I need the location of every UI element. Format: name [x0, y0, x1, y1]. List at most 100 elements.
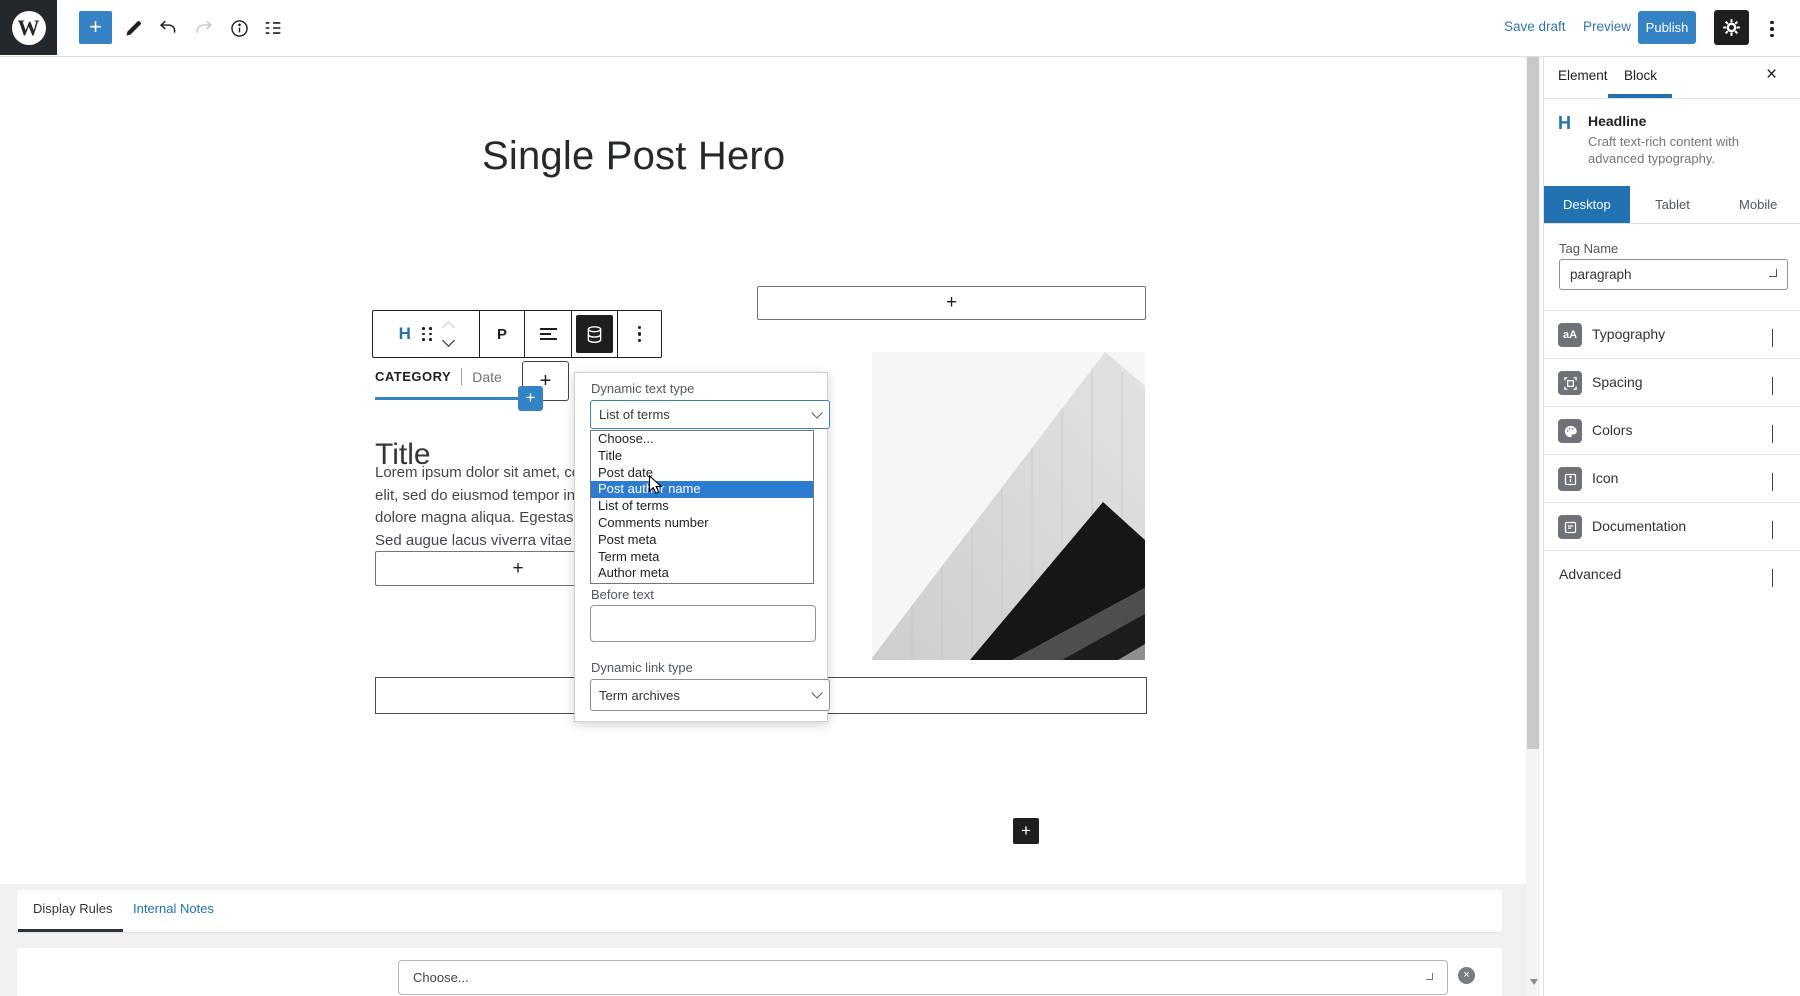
option-post-date[interactable]: Post date [591, 465, 813, 482]
option-term-meta[interactable]: Term meta [591, 549, 813, 566]
block-mover[interactable] [444, 323, 453, 345]
block-appender-right-column[interactable]: + [757, 286, 1146, 320]
wordpress-menu-button[interactable]: W [0, 0, 57, 55]
info-icon [229, 18, 250, 39]
save-draft-button[interactable]: Save draft [1504, 19, 1566, 34]
panel-typography[interactable]: aA Typography [1544, 310, 1800, 359]
chevron-down-icon [1772, 521, 1773, 539]
option-post-meta[interactable]: Post meta [591, 532, 813, 549]
chevron-down-icon [1769, 269, 1777, 277]
undo-icon [157, 17, 179, 39]
undo-button[interactable] [156, 16, 180, 40]
panel-label: Typography [1592, 326, 1665, 342]
block-options-button[interactable] [618, 311, 661, 357]
tab-block[interactable]: Block [1624, 68, 1657, 83]
panel-advanced[interactable]: Advanced [1544, 550, 1800, 599]
chevron-down-icon [1772, 473, 1773, 491]
block-toolbar: H P [372, 310, 662, 358]
panel-documentation[interactable]: Documentation [1544, 502, 1800, 551]
date-label[interactable]: Date [472, 369, 502, 385]
details-button[interactable] [227, 16, 251, 40]
scrollbar-down-arrow-icon[interactable] [1530, 979, 1538, 985]
dynamic-content-button[interactable] [572, 311, 618, 357]
list-view-icon [262, 17, 284, 39]
paragraph-tool-button[interactable]: P [480, 311, 526, 357]
panel-label: Spacing [1592, 374, 1643, 390]
display-rules-choose-select[interactable]: Choose... [398, 960, 1448, 995]
drag-handle-icon[interactable] [422, 327, 433, 341]
tools-pencil-button[interactable] [121, 16, 145, 40]
featured-image[interactable] [872, 352, 1145, 660]
tab-display-rules[interactable]: Display Rules [33, 901, 112, 916]
panel-colors[interactable]: Colors [1544, 406, 1800, 455]
chevron-down-icon [1426, 973, 1433, 980]
active-tab-underline [18, 929, 123, 932]
panel-icon[interactable]: Icon [1544, 454, 1800, 503]
close-sidebar-button[interactable]: × [1766, 64, 1777, 86]
panel-spacing[interactable]: Spacing [1544, 358, 1800, 407]
panel-label: Advanced [1559, 566, 1621, 582]
tab-desktop[interactable]: Desktop [1544, 186, 1630, 223]
inline-inserter-button[interactable]: + [518, 386, 543, 411]
editor-topbar: W + Save draft Preview Publish [0, 0, 1800, 57]
move-down-icon[interactable] [442, 334, 455, 347]
block-card-description: Craft text-rich content with advanced ty… [1588, 134, 1766, 167]
options-menu-button[interactable] [1760, 17, 1784, 41]
bottom-inserter-button[interactable]: + [1013, 818, 1039, 844]
option-choose[interactable]: Choose... [591, 431, 813, 448]
option-title[interactable]: Title [591, 448, 813, 465]
remove-rule-icon[interactable]: × [1458, 967, 1475, 984]
spacing-icon [1558, 371, 1582, 395]
before-text-input[interactable] [590, 605, 816, 642]
block-inserter-button[interactable]: + [79, 11, 112, 44]
dynamic-link-type-select[interactable]: Term archives [590, 679, 830, 711]
dynamic-text-type-select[interactable]: List of terms [590, 400, 830, 429]
metabox-body: Choose... × [17, 948, 1502, 996]
canvas-scrollbar-thumb[interactable] [1527, 57, 1539, 749]
active-tab-underline [1608, 94, 1672, 98]
metabox-tabs: Display Rules Internal Notes [17, 890, 1502, 933]
block-type-and-mover: H [373, 311, 480, 357]
icon-settings-icon [1558, 467, 1582, 491]
move-up-icon[interactable] [442, 321, 455, 334]
choose-placeholder: Choose... [413, 970, 469, 985]
dynamic-content-popover: Dynamic text type List of terms Choose..… [574, 372, 828, 722]
publish-button[interactable]: Publish [1638, 11, 1696, 44]
block-insertion-indicator [375, 397, 521, 400]
chevron-down-icon [1772, 569, 1773, 587]
chevron-down-icon [1772, 377, 1773, 395]
mouse-cursor [648, 475, 664, 501]
option-list-of-terms[interactable]: List of terms [591, 498, 813, 515]
wordpress-block-editor: W + Save draft Preview Publish Single Po… [0, 0, 1800, 996]
list-view-button[interactable] [261, 16, 285, 40]
colors-palette-icon [1558, 419, 1582, 443]
panel-label: Icon [1592, 470, 1618, 486]
chevron-down-icon [811, 687, 822, 698]
headline-block-icon[interactable]: H [399, 324, 411, 344]
meta-divider [461, 368, 462, 385]
responsive-device-tabs: Desktop Tablet Mobile [1544, 186, 1800, 224]
typography-icon: aA [1558, 323, 1582, 347]
panel-label: Colors [1592, 422, 1632, 438]
post-title[interactable]: Single Post Hero [482, 134, 785, 179]
wordpress-logo-icon: W [12, 11, 46, 45]
preview-button[interactable]: Preview [1583, 19, 1631, 34]
option-comments-number[interactable]: Comments number [591, 515, 813, 532]
dynamic-text-type-options: Choose... Title Post date Post author na… [590, 430, 814, 584]
tag-name-select[interactable]: paragraph [1559, 259, 1788, 290]
dynamic-link-type-label: Dynamic link type [591, 660, 693, 675]
option-author-meta[interactable]: Author meta [591, 565, 813, 582]
paragraph-icon: P [497, 326, 507, 343]
category-label[interactable]: CATEGORY [375, 369, 451, 384]
chevron-down-icon [1772, 329, 1773, 347]
tab-internal-notes[interactable]: Internal Notes [133, 901, 214, 916]
settings-toggle-button[interactable] [1714, 10, 1749, 45]
redo-button[interactable] [192, 16, 216, 40]
tab-element[interactable]: Element [1558, 68, 1608, 83]
dynamic-text-type-value: List of terms [599, 407, 670, 422]
text-align-button[interactable] [525, 311, 572, 357]
chevron-down-icon [811, 407, 822, 418]
tab-mobile[interactable]: Mobile [1715, 186, 1800, 223]
option-post-author-name[interactable]: Post author name [591, 481, 813, 498]
tab-tablet[interactable]: Tablet [1630, 186, 1716, 223]
